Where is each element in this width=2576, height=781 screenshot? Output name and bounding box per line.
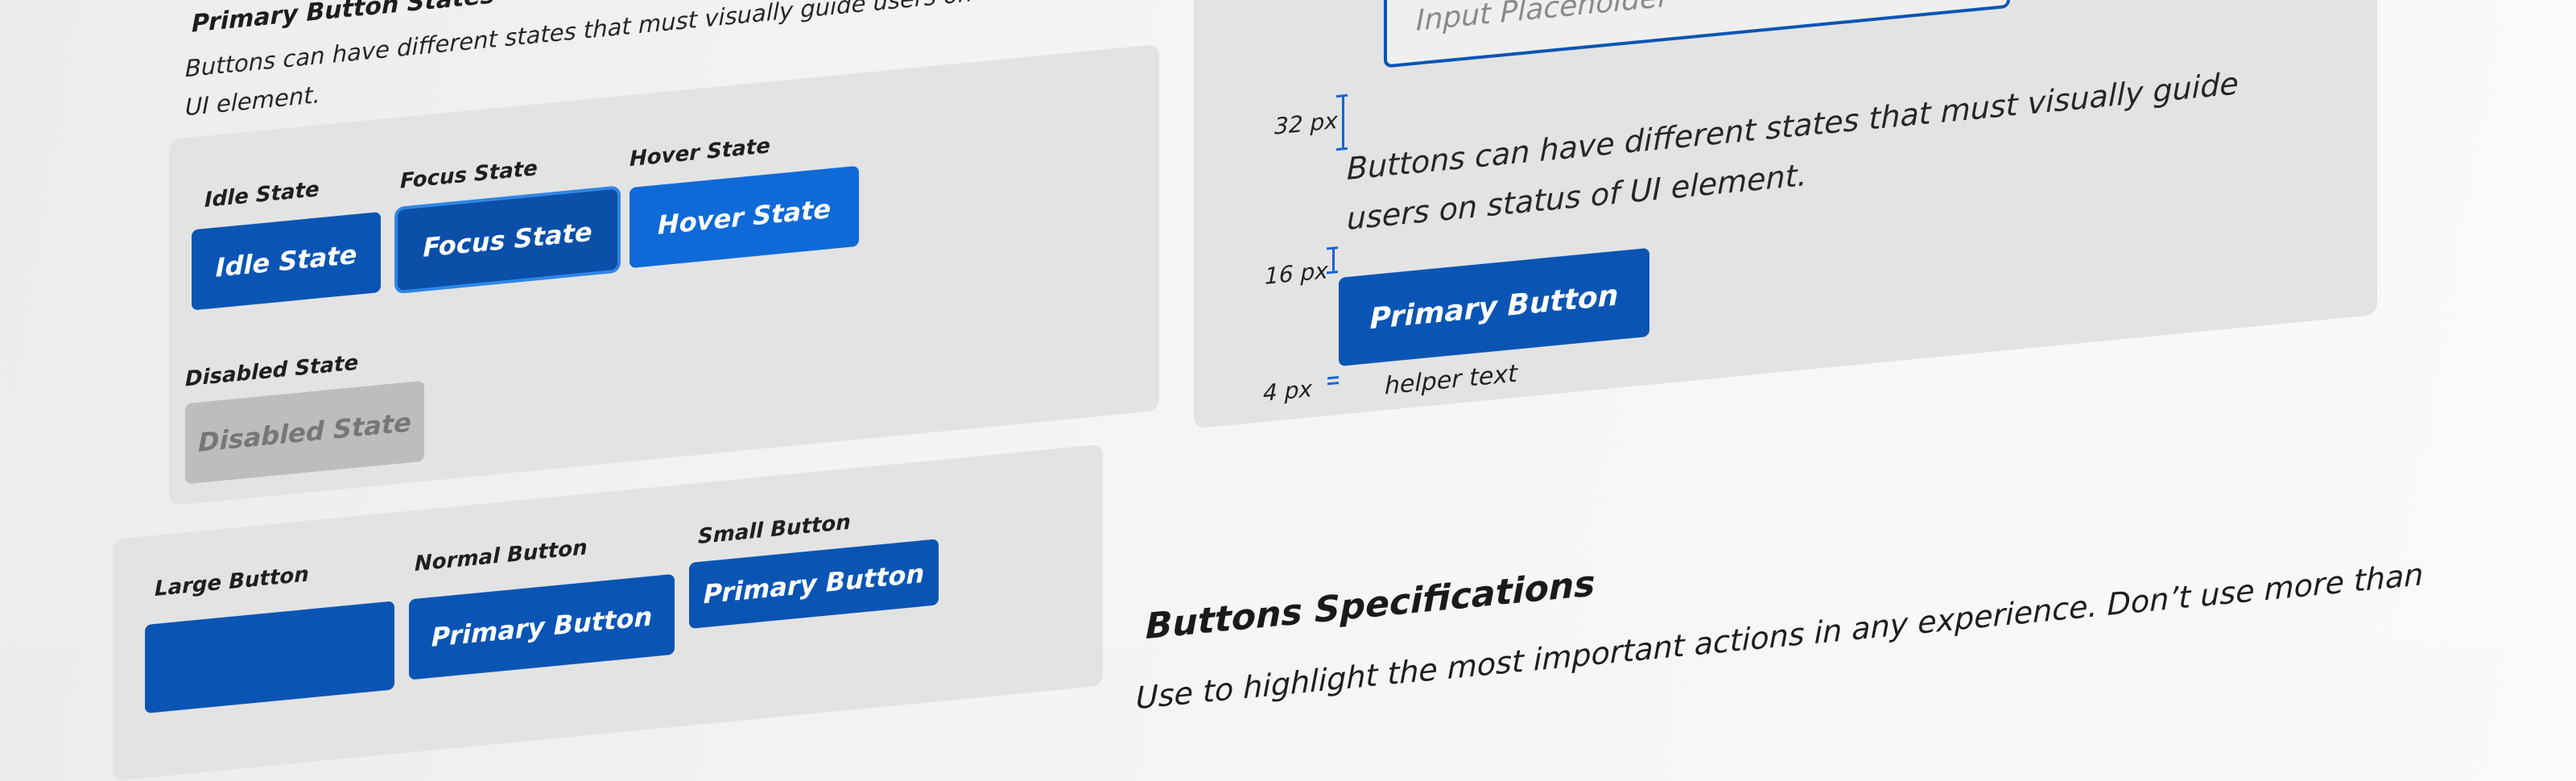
small-button-label: Small Button bbox=[698, 510, 851, 549]
normal-button-label: Normal Button bbox=[415, 535, 588, 576]
specifications-title: Buttons Specifications bbox=[1146, 563, 1596, 648]
gap-32-label: 32 px bbox=[1274, 107, 1338, 140]
spacing-card: Input Placeholder 32 px Buttons can have… bbox=[1194, 0, 2377, 429]
large-button-label: Large Button bbox=[155, 562, 309, 601]
large-button[interactable] bbox=[145, 601, 394, 714]
gap-32-tick-bottom bbox=[1336, 147, 1348, 151]
canvas: Primary Button States Buttons can have d… bbox=[0, 0, 2576, 781]
helper-text: helper text bbox=[1385, 359, 1517, 401]
gap-4-label: 4 px bbox=[1263, 375, 1313, 407]
focus-state-button[interactable]: Focus State bbox=[398, 188, 617, 291]
disabled-state-button: Disabled State bbox=[185, 380, 424, 485]
primary-button[interactable]: Primary Button bbox=[1339, 247, 1649, 366]
gap-32-marker bbox=[1342, 94, 1344, 148]
gap-16-label: 16 px bbox=[1265, 257, 1328, 290]
small-button[interactable]: Primary Button bbox=[689, 539, 939, 630]
hover-state-button[interactable]: Hover State bbox=[630, 165, 859, 269]
disabled-state-label: Disabled State bbox=[185, 350, 359, 392]
left-column: Primary Button States Buttons can have d… bbox=[113, 0, 1159, 781]
spacing-description: Buttons can have different states that m… bbox=[1347, 65, 2239, 238]
idle-state-button[interactable]: Idle State bbox=[192, 211, 381, 311]
focus-state-label: Focus State bbox=[400, 156, 538, 194]
gap-16-marker bbox=[1332, 246, 1335, 271]
right-column: Input Placeholder 32 px Buttons can have… bbox=[1136, 0, 2423, 716]
specifications-text: Use to highlight the most important acti… bbox=[1136, 556, 2424, 717]
hover-state-label: Hover State bbox=[630, 134, 770, 172]
input-field[interactable]: Input Placeholder bbox=[1384, 0, 2010, 68]
idle-state-label: Idle State bbox=[204, 177, 320, 213]
gap-4-tick-top bbox=[1327, 375, 1339, 380]
normal-button[interactable]: Primary Button bbox=[409, 573, 675, 680]
gap-16-tick-bottom bbox=[1327, 271, 1338, 275]
gap-4-tick-bottom bbox=[1327, 381, 1339, 386]
